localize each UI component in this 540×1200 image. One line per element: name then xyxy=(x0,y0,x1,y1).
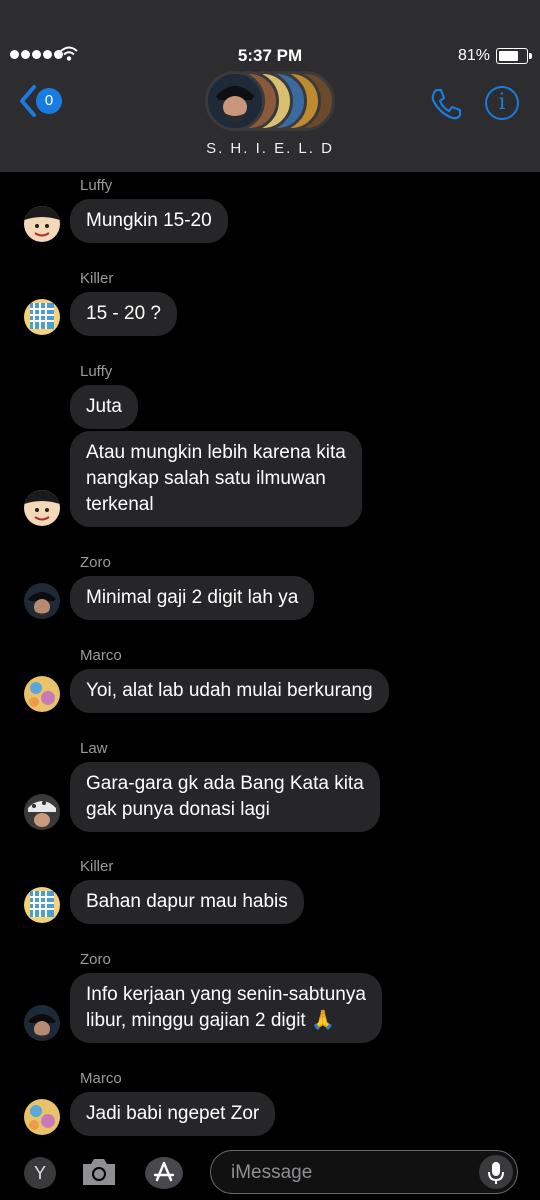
message-bubble[interactable]: Bahan dapur mau habis xyxy=(70,880,304,924)
message-bubble[interactable]: Info kerjaan yang senin-sabtunya libur, … xyxy=(70,973,382,1043)
sender-name: Zoro xyxy=(80,951,111,968)
message-input-field[interactable] xyxy=(210,1150,518,1194)
app-y-button[interactable]: Y xyxy=(24,1157,56,1189)
message-thread[interactable]: Luffy Mungkin 15-20 Killer 15 - 20 ? Luf… xyxy=(0,172,540,1140)
sender-name: Marco xyxy=(80,647,122,664)
message-bubble[interactable]: Atau mungkin lebih karena kita nangkap s… xyxy=(70,431,362,527)
sender-name: Killer xyxy=(80,270,114,287)
sender-name: Killer xyxy=(80,858,114,875)
back-chevron-icon xyxy=(20,85,36,117)
conversation-header: 5:37 PM 81% 0 S. H. I. E. L. D i xyxy=(0,0,540,172)
info-icon[interactable]: i xyxy=(485,86,519,120)
message-input[interactable] xyxy=(229,1159,473,1187)
battery-icon xyxy=(496,48,532,64)
status-bar xyxy=(0,0,540,40)
message-bubble[interactable]: Gara-gara gk ada Bang Kata kita gak puny… xyxy=(70,762,380,832)
phone-icon[interactable] xyxy=(428,86,464,122)
compose-bar: Y xyxy=(0,1140,540,1200)
battery-percentage: 81% xyxy=(457,47,490,64)
zoro-avatar xyxy=(24,583,60,619)
message-bubble[interactable]: Minimal gaji 2 digit lah ya xyxy=(70,576,315,620)
sender-name: Marco xyxy=(80,1070,122,1087)
luffy-avatar xyxy=(24,206,60,242)
app-store-button[interactable] xyxy=(144,1156,184,1190)
luffy-avatar xyxy=(24,490,60,526)
unread-badge: 0 xyxy=(36,88,62,114)
group-name[interactable]: S. H. I. E. L. D xyxy=(0,140,540,157)
marco-avatar xyxy=(24,676,60,712)
sender-name: Zoro xyxy=(80,554,111,571)
message-bubble[interactable]: Jadi babi ngepet Zor xyxy=(70,1092,276,1136)
group-avatar-stack[interactable] xyxy=(205,71,335,131)
message-bubble[interactable]: Juta xyxy=(70,385,138,429)
camera-icon[interactable] xyxy=(80,1156,118,1188)
message-bubble[interactable]: Mungkin 15-20 xyxy=(70,199,228,243)
killer-avatar xyxy=(24,887,60,923)
sender-name: Luffy xyxy=(80,177,113,194)
message-bubble[interactable]: 15 - 20 ? xyxy=(70,292,177,336)
killer-avatar xyxy=(24,299,60,335)
message-bubble[interactable]: Yoi, alat lab udah mulai berkurang xyxy=(70,669,389,713)
microphone-button[interactable] xyxy=(479,1155,513,1189)
app-store-icon xyxy=(145,1157,183,1189)
microphone-icon xyxy=(488,1162,504,1184)
sender-name: Luffy xyxy=(80,363,113,380)
zoro-avatar xyxy=(24,1005,60,1041)
law-avatar xyxy=(24,794,60,830)
back-button[interactable]: 0 xyxy=(18,84,66,118)
sender-name: Law xyxy=(80,740,108,757)
marco-avatar xyxy=(24,1099,60,1135)
group-member-avatar xyxy=(205,71,265,131)
